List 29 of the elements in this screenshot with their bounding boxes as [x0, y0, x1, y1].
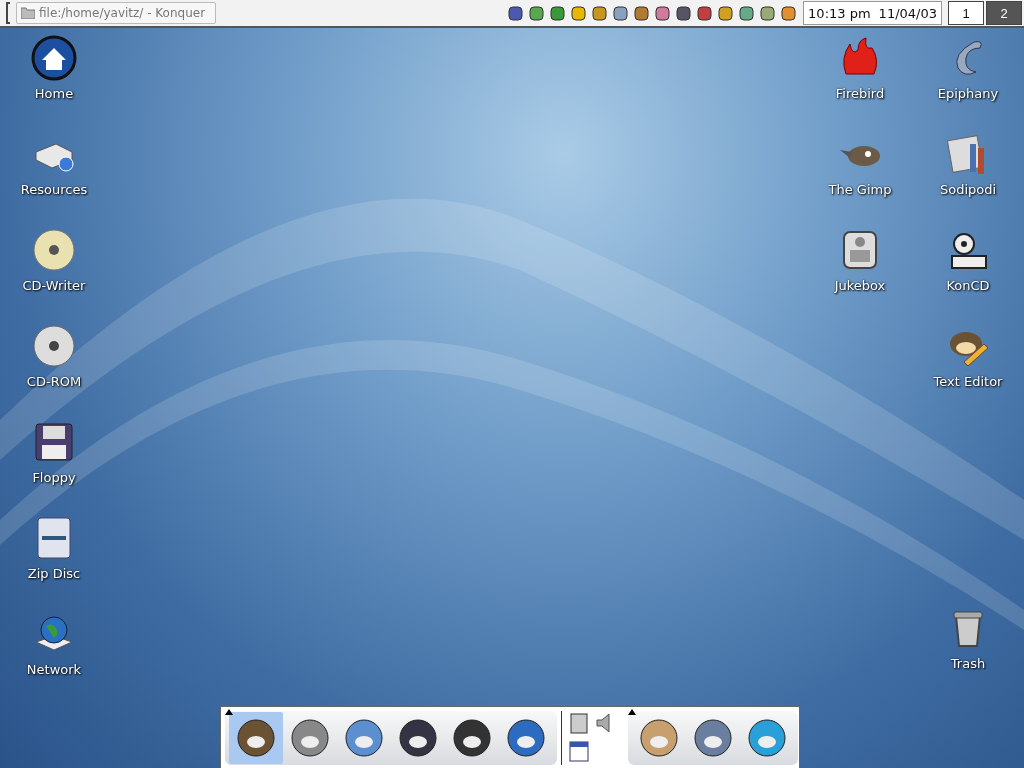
icon-label: Zip Disc — [27, 566, 81, 583]
calendar-icon[interactable] — [568, 738, 590, 763]
folder-icon — [21, 7, 35, 19]
house-icon[interactable] — [30, 34, 78, 82]
clock[interactable]: 10:13 pm 11/04/03 — [803, 1, 942, 25]
clock-time: 10:13 pm — [808, 5, 871, 21]
icon-label: KonCD — [946, 278, 990, 295]
desktop-pager-button[interactable]: 2 — [986, 1, 1022, 25]
clipboard-icon[interactable] — [568, 710, 590, 735]
caret-icon[interactable] — [628, 708, 636, 715]
icon-label: Epiphany — [937, 86, 999, 103]
icon-label: Home — [34, 86, 74, 103]
clock-date: 11/04/03 — [878, 5, 937, 21]
disc-icon[interactable] — [30, 226, 78, 274]
icon-label: Text Editor — [933, 374, 1003, 391]
icon-label: Trash — [950, 656, 986, 673]
taskbar-button[interactable]: file:/home/yavitz/ - Konquer — [16, 2, 216, 24]
disc-icon[interactable] — [30, 322, 78, 370]
icon-label: Jukebox — [834, 278, 886, 295]
icon-label: The Gimp — [828, 182, 892, 199]
icon-label: Network — [26, 662, 82, 679]
icon-label: CD-Writer — [22, 278, 86, 295]
icon-label: CD-ROM — [26, 374, 82, 391]
desktop-pager-button[interactable]: 1 — [948, 1, 984, 25]
icon-label: Resources — [20, 182, 88, 199]
caret-icon[interactable] — [225, 708, 233, 715]
icon-label: Sodipodi — [939, 182, 997, 199]
icon-label: Floppy — [32, 470, 76, 487]
icon-label: Firebird — [835, 86, 885, 103]
